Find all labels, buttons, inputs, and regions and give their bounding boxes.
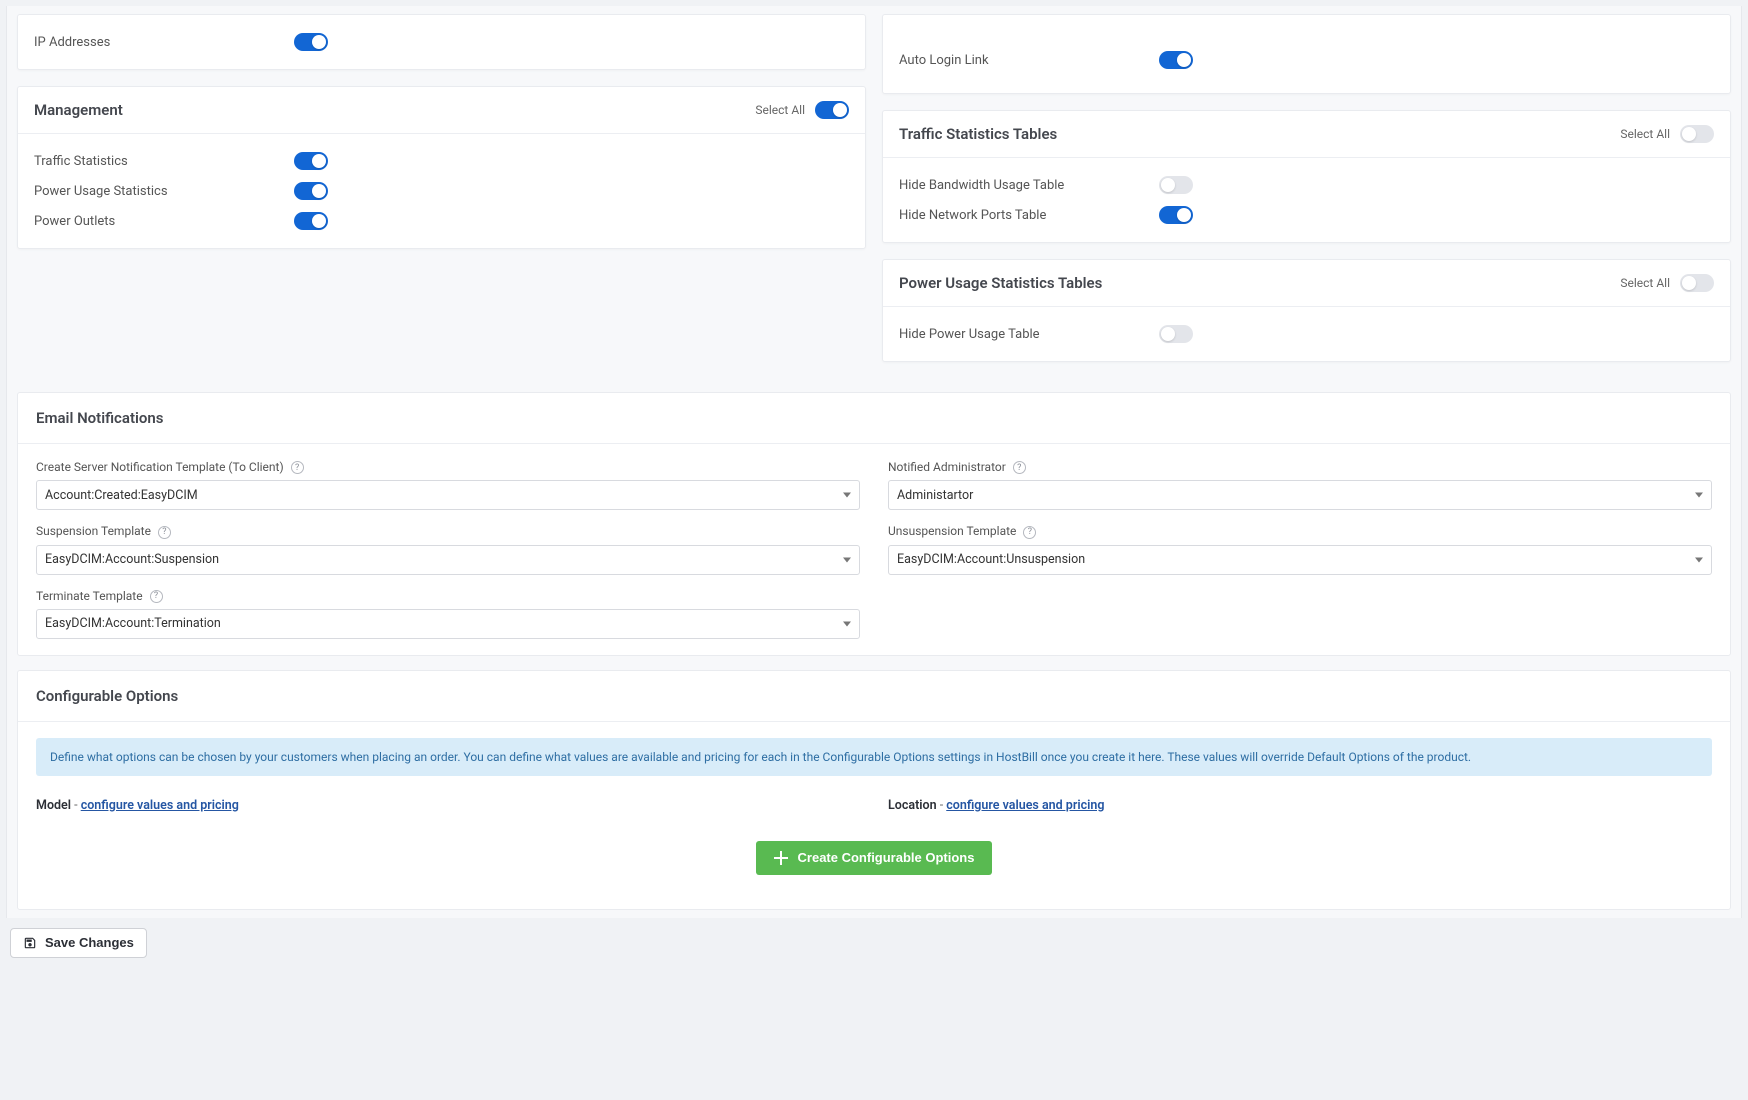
select-suspension[interactable]: EasyDCIM:Account:Suspension: [36, 545, 860, 575]
toggle-traffic-select-all[interactable]: [1680, 125, 1714, 143]
toggle-auto-login[interactable]: [1159, 51, 1193, 69]
select-terminate[interactable]: EasyDCIM:Account:Termination: [36, 609, 860, 639]
select-all-label: Select All: [1620, 276, 1670, 290]
configure-link-model[interactable]: configure values and pricing: [81, 798, 239, 813]
toggle-row-hide-network-ports: Hide Network Ports Table: [899, 200, 1714, 230]
field-notified-admin: Notified Administrator ? Administartor: [888, 460, 1712, 510]
field-label: Unsuspension Template ?: [888, 524, 1712, 538]
toggle-ip-addresses[interactable]: [294, 33, 328, 51]
right-column: Auto Login Link Traffic Statistics Table…: [882, 14, 1731, 378]
toggle-hide-bandwidth[interactable]: [1159, 176, 1193, 194]
plus-icon: [774, 851, 788, 865]
email-notifications-section: Email Notifications Create Server Notifi…: [17, 392, 1731, 656]
config-option-model: Model - configure values and pricing: [36, 790, 860, 827]
config-option-location: Location - configure values and pricing: [888, 790, 1712, 827]
help-icon[interactable]: ?: [158, 526, 171, 539]
help-icon[interactable]: ?: [1013, 461, 1026, 474]
save-changes-button[interactable]: Save Changes: [10, 928, 147, 958]
toggle-row-power-usage-statistics: Power Usage Statistics: [34, 176, 849, 206]
toggle-row-ip-addresses: IP Addresses: [34, 27, 849, 57]
field-create-template: Create Server Notification Template (To …: [36, 460, 860, 510]
select-value: EasyDCIM:Account:Termination: [45, 616, 221, 631]
chevron-down-icon: [843, 557, 851, 562]
info-banner: Define what options can be chosen by you…: [36, 738, 1712, 776]
select-value: Administartor: [897, 488, 973, 503]
power-usage-card: Power Usage Statistics Tables Select All…: [882, 259, 1731, 362]
management-select-all: Select All: [755, 101, 849, 119]
auto-login-card: Auto Login Link: [882, 14, 1731, 94]
power-usage-title: Power Usage Statistics Tables: [899, 274, 1102, 292]
management-title: Management: [34, 101, 123, 119]
toggle-label: Power Usage Statistics: [34, 184, 294, 199]
toggle-label: Auto Login Link: [899, 53, 1159, 68]
field-unsuspension: Unsuspension Template ? EasyDCIM:Account…: [888, 524, 1712, 574]
field-label: Create Server Notification Template (To …: [36, 460, 860, 474]
select-unsuspension[interactable]: EasyDCIM:Account:Unsuspension: [888, 545, 1712, 575]
select-value: Account:Created:EasyDCIM: [45, 488, 198, 503]
configurable-options-section: Configurable Options Define what options…: [17, 670, 1731, 910]
option-key: Model: [36, 798, 71, 813]
traffic-stats-card: Traffic Statistics Tables Select All Hid…: [882, 110, 1731, 243]
select-create-template[interactable]: Account:Created:EasyDCIM: [36, 480, 860, 510]
create-btn-label: Create Configurable Options: [798, 850, 975, 865]
option-key: Location: [888, 798, 937, 813]
power-select-all: Select All: [1620, 274, 1714, 292]
chevron-down-icon: [1695, 493, 1703, 498]
toggle-power-select-all[interactable]: [1680, 274, 1714, 292]
management-card: Management Select All Traffic Statistics…: [17, 86, 866, 249]
help-icon[interactable]: ?: [1023, 526, 1036, 539]
configure-link-location[interactable]: configure values and pricing: [946, 798, 1104, 813]
configurable-options-title: Configurable Options: [36, 687, 1712, 705]
toggle-row-hide-power-usage: Hide Power Usage Table: [899, 319, 1714, 349]
traffic-select-all: Select All: [1620, 125, 1714, 143]
field-suspension: Suspension Template ? EasyDCIM:Account:S…: [36, 524, 860, 574]
chevron-down-icon: [1695, 557, 1703, 562]
chevron-down-icon: [843, 621, 851, 626]
toggle-traffic-statistics[interactable]: [294, 152, 328, 170]
toggle-hide-network-ports[interactable]: [1159, 206, 1193, 224]
select-value: EasyDCIM:Account:Suspension: [45, 552, 219, 567]
toggle-label: Traffic Statistics: [34, 154, 294, 169]
field-label: Notified Administrator ?: [888, 460, 1712, 474]
toggle-label: IP Addresses: [34, 35, 294, 50]
select-all-label: Select All: [755, 103, 805, 117]
toggle-row-traffic-statistics: Traffic Statistics: [34, 146, 849, 176]
toggle-label: Hide Bandwidth Usage Table: [899, 178, 1159, 193]
toggle-row-power-outlets: Power Outlets: [34, 206, 849, 236]
traffic-stats-title: Traffic Statistics Tables: [899, 125, 1057, 143]
save-icon: [23, 936, 37, 950]
save-label: Save Changes: [45, 935, 134, 950]
field-terminate: Terminate Template ? EasyDCIM:Account:Te…: [36, 589, 860, 639]
help-icon[interactable]: ?: [291, 461, 304, 474]
toggle-power-outlets[interactable]: [294, 212, 328, 230]
email-notifications-title: Email Notifications: [36, 409, 1712, 427]
toggle-label: Hide Network Ports Table: [899, 208, 1159, 223]
toggle-power-usage-statistics[interactable]: [294, 182, 328, 200]
field-label: Terminate Template ?: [36, 589, 860, 603]
toggle-label: Hide Power Usage Table: [899, 327, 1159, 342]
help-icon[interactable]: ?: [150, 590, 163, 603]
toggle-hide-power-usage[interactable]: [1159, 325, 1193, 343]
chevron-down-icon: [843, 493, 851, 498]
toggle-management-select-all[interactable]: [815, 101, 849, 119]
select-all-label: Select All: [1620, 127, 1670, 141]
left-column: IP Addresses Management Select All Traff…: [17, 14, 866, 378]
create-configurable-options-button[interactable]: Create Configurable Options: [756, 841, 993, 875]
toggle-label: Power Outlets: [34, 214, 294, 229]
toggle-row-hide-bandwidth: Hide Bandwidth Usage Table: [899, 170, 1714, 200]
field-label: Suspension Template ?: [36, 524, 860, 538]
toggle-row-auto-login: Auto Login Link: [899, 45, 1714, 75]
ip-addresses-card: IP Addresses: [17, 14, 866, 70]
select-value: EasyDCIM:Account:Unsuspension: [897, 552, 1085, 567]
select-notified-admin[interactable]: Administartor: [888, 480, 1712, 510]
